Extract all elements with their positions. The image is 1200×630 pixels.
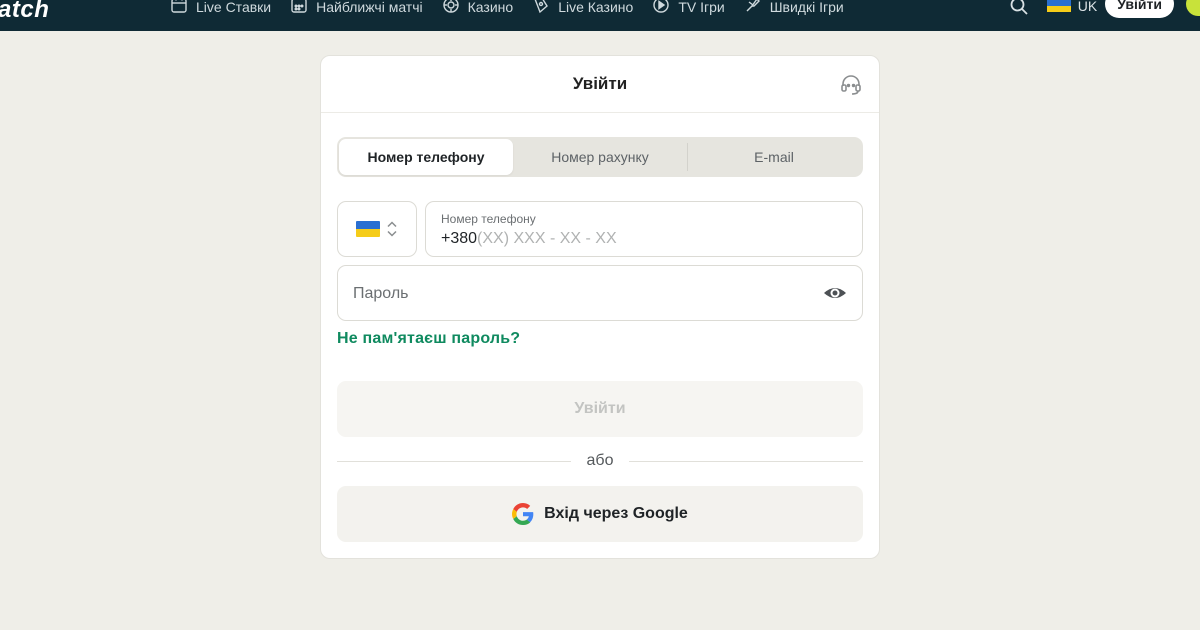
ukraine-flag-icon [356, 221, 380, 237]
language-code: UK [1077, 0, 1098, 14]
google-login-button[interactable]: Вхід через Google [337, 486, 863, 542]
nav-item-live-casino[interactable]: Live Казино [532, 0, 634, 15]
nav-label: TV Ігри [678, 0, 725, 15]
tv-games-icon [653, 0, 670, 13]
nav-label: Live Ставки [196, 0, 272, 15]
nav-item-quick-games[interactable]: Швидкі Ігри [744, 0, 844, 15]
header-login-button[interactable]: Увійти [1105, 0, 1174, 18]
google-logo-icon [512, 503, 534, 525]
nav-item-tv-games[interactable]: TV Ігри [652, 0, 725, 15]
calendar-icon [291, 0, 307, 13]
live-calendar-icon [171, 0, 187, 13]
divider-line [337, 460, 571, 462]
top-navigation-bar: atch Live Ставки Найближчі матчі Казино … [0, 0, 1200, 31]
nav-item-live-bets[interactable]: Live Ставки [170, 0, 272, 15]
password-placeholder: Пароль [353, 285, 409, 302]
chevron-up-down-icon [387, 221, 397, 237]
or-divider: або [337, 451, 863, 471]
phone-number-input[interactable]: Номер телефону +380(XX) XXX - XX - XX [425, 201, 863, 257]
quick-games-icon [746, 0, 760, 12]
password-input[interactable]: Пароль [337, 265, 863, 321]
support-headset-icon[interactable] [839, 73, 863, 97]
phone-field-value: +380(XX) XXX - XX - XX [441, 230, 617, 248]
header-actions: UK Увійти [1009, 0, 1200, 18]
language-selector[interactable]: UK [1046, 0, 1098, 14]
country-code-selector[interactable] [337, 201, 417, 257]
phone-mask: (XX) XXX - XX - XX [477, 230, 617, 247]
login-submit-button[interactable]: Увійти [337, 381, 863, 437]
brand-logo[interactable]: atch [0, 0, 49, 24]
tab-phone-number[interactable]: Номер телефону [339, 139, 513, 175]
ukraine-flag-icon [1046, 0, 1071, 12]
eye-icon[interactable] [823, 283, 847, 303]
nav-item-upcoming-matches[interactable]: Найближчі матчі [290, 0, 423, 15]
login-card-header: Увійти [321, 56, 879, 113]
phone-prefix: +380 [441, 230, 478, 247]
register-button-edge[interactable] [1186, 0, 1200, 16]
nav-label: Казино [467, 0, 514, 15]
or-label: або [586, 452, 614, 469]
tab-email[interactable]: E-mail [687, 139, 861, 175]
google-login-label: Вхід через Google [544, 505, 688, 522]
divider-line [629, 460, 863, 462]
tab-account-number[interactable]: Номер рахунку [513, 139, 687, 175]
nav-label: Найближчі матчі [316, 0, 423, 15]
main-nav: Live Ставки Найближчі матчі Казино Live … [170, 0, 844, 16]
live-casino-icon [534, 0, 549, 14]
search-icon[interactable] [1009, 0, 1029, 16]
nav-item-casino[interactable]: Казино [442, 0, 514, 15]
login-card: Увійти Номер телефону Номер рахунку E-ma… [320, 55, 880, 559]
phone-field-label: Номер телефону [441, 212, 536, 226]
casino-chip-icon [442, 0, 459, 13]
login-title: Увійти [572, 74, 628, 93]
login-method-tabs: Номер телефону Номер рахунку E-mail [337, 137, 863, 177]
nav-label: Live Казино [558, 0, 634, 15]
nav-label: Швидкі Ігри [769, 0, 844, 15]
forgot-password-link[interactable]: Не пам'ятаєш пароль? [337, 330, 520, 348]
